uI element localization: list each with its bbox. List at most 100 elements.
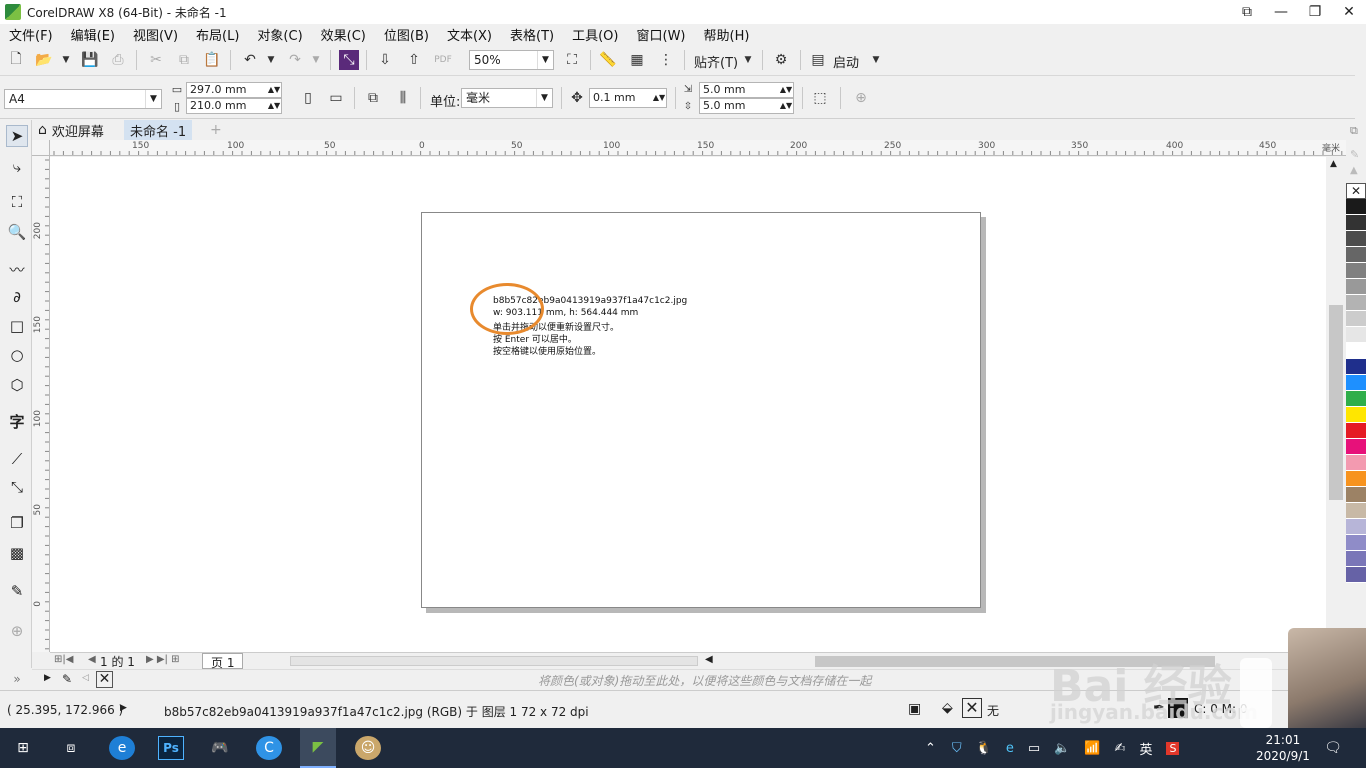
color-swatch[interactable]: [1346, 311, 1366, 327]
spin-arrows-icon[interactable]: ▲▼: [652, 89, 666, 107]
palette-menu-icon[interactable]: ▶: [44, 673, 51, 683]
color-swatch[interactable]: [1346, 535, 1366, 551]
fill-none-swatch[interactable]: ✕: [962, 698, 982, 718]
zoom-level-combo[interactable]: 50% ▼: [469, 50, 554, 70]
open-dropdown-icon[interactable]: ▼: [56, 50, 76, 70]
menu-edit[interactable]: 编辑(E): [62, 25, 124, 44]
undo-icon[interactable]: ↶: [240, 50, 260, 70]
no-fill-swatch[interactable]: ✕: [1346, 183, 1366, 199]
rectangle-tool-icon[interactable]: □: [6, 315, 28, 337]
snap-to-menu[interactable]: 贴齐(T): [694, 52, 738, 71]
eyedropper-icon[interactable]: ✎: [62, 672, 72, 686]
horizontal-scrollbar[interactable]: ◀: [705, 652, 1326, 669]
redo-icon[interactable]: ↷: [285, 50, 305, 70]
start-windows-icon[interactable]: ⊞: [10, 736, 36, 760]
pen-input-icon[interactable]: ✍: [1115, 741, 1126, 756]
tab-welcome[interactable]: ⌂ 欢迎屏幕: [32, 120, 110, 140]
show-grid-icon[interactable]: ▦: [627, 50, 647, 70]
volume-icon[interactable]: 🔈: [1054, 741, 1070, 756]
color-swatch[interactable]: [1346, 231, 1366, 247]
color-swatch[interactable]: [1346, 551, 1366, 567]
pen-docker-icon[interactable]: ✎: [1350, 148, 1359, 161]
duplicate-distance-x-input[interactable]: 5.0 mm ▲▼: [699, 82, 794, 98]
spin-arrows-icon[interactable]: ▲▼: [267, 99, 281, 113]
eyedropper-tool-icon[interactable]: ✎: [6, 580, 28, 602]
restore-button[interactable]: ❐: [1298, 0, 1332, 24]
color-swatch[interactable]: [1346, 503, 1366, 519]
page-border-icon[interactable]: ⬚: [810, 88, 830, 108]
security-shield-icon[interactable]: ⛉: [952, 741, 962, 756]
search-content-icon[interactable]: ⤡: [339, 50, 359, 70]
next-page-icon[interactable]: ▶ ▶| ⊞: [146, 654, 180, 665]
color-swatch[interactable]: [1346, 375, 1366, 391]
ruler-origin[interactable]: [32, 140, 50, 156]
qq-icon[interactable]: 🐧: [976, 741, 992, 756]
print-icon[interactable]: ⎙: [108, 50, 128, 70]
menu-window[interactable]: 窗口(W): [628, 25, 695, 44]
wifi-icon[interactable]: 📶: [1084, 741, 1100, 756]
color-palette[interactable]: ✕: [1346, 183, 1366, 663]
all-pages-icon[interactable]: ⧉: [363, 88, 383, 108]
vertical-ruler[interactable]: 200 150 100 50 0: [32, 156, 50, 652]
shape-tool-icon[interactable]: ⤷: [6, 156, 28, 178]
menu-view[interactable]: 视图(V): [124, 25, 187, 44]
paste-icon[interactable]: 📋: [202, 50, 222, 70]
page-tab[interactable]: 页 1: [202, 653, 244, 670]
text-tool-icon[interactable]: 字: [6, 410, 28, 432]
photoshop-icon[interactable]: Ps: [158, 736, 184, 760]
page-width-input[interactable]: 297.0 mm ▲▼: [186, 82, 282, 98]
color-swatch[interactable]: [1346, 263, 1366, 279]
transparency-tool-icon[interactable]: ▩: [6, 542, 28, 564]
collapse-icon[interactable]: ◁: [82, 673, 89, 683]
no-color-swatch[interactable]: ✕: [96, 671, 113, 688]
color-swatch[interactable]: [1346, 407, 1366, 423]
color-proof-icon[interactable]: ▣: [908, 701, 921, 717]
add-icon[interactable]: ⊕: [851, 88, 871, 108]
color-swatch[interactable]: [1346, 471, 1366, 487]
pick-tool-icon[interactable]: ➤: [6, 125, 28, 147]
vertical-scroll-thumb[interactable]: [1329, 305, 1343, 500]
coreldraw-taskbar-icon[interactable]: ◤: [300, 728, 336, 768]
polygon-tool-icon[interactable]: ⬡: [6, 374, 28, 396]
color-swatch[interactable]: [1346, 423, 1366, 439]
full-screen-icon[interactable]: ⛶: [562, 50, 582, 70]
save-icon[interactable]: 💾: [80, 50, 100, 70]
ie-browser-icon[interactable]: e: [109, 736, 135, 760]
add-tab-button[interactable]: +: [204, 120, 228, 140]
color-swatch[interactable]: [1346, 359, 1366, 375]
show-rulers-icon[interactable]: 📏: [598, 50, 618, 70]
clock[interactable]: 21:01 2020/9/1: [1256, 728, 1310, 768]
drop-shadow-tool-icon[interactable]: ❐: [6, 512, 28, 534]
horizontal-ruler[interactable]: 150 100 50 0 50 100 150 200 250 300 350 …: [50, 140, 1346, 156]
color-swatch[interactable]: [1346, 327, 1366, 343]
color-swatch[interactable]: [1346, 567, 1366, 583]
browser-icon[interactable]: C: [256, 736, 282, 760]
sogou-input-icon[interactable]: S: [1166, 741, 1180, 755]
page-tab-scroll[interactable]: [290, 656, 698, 666]
color-swatch[interactable]: [1346, 215, 1366, 231]
duplicate-distance-y-input[interactable]: 5.0 mm ▲▼: [699, 98, 794, 114]
menu-bitmaps[interactable]: 位图(B): [375, 25, 438, 44]
units-combo[interactable]: 毫米 ▼: [461, 88, 553, 108]
color-swatch[interactable]: [1346, 247, 1366, 263]
new-document-icon[interactable]: 🗋: [6, 50, 26, 70]
open-icon[interactable]: 📂: [34, 50, 54, 70]
spin-arrows-icon[interactable]: ▲▼: [779, 99, 793, 113]
undo-dropdown-icon[interactable]: ▼: [261, 50, 281, 70]
hints-docker-icon[interactable]: ⧉: [1350, 124, 1358, 138]
browser-tray-icon[interactable]: e: [1006, 741, 1014, 756]
page-height-input[interactable]: 210.0 mm ▲▼: [186, 98, 282, 114]
color-swatch[interactable]: [1346, 439, 1366, 455]
redo-dropdown-icon[interactable]: ▼: [306, 50, 326, 70]
color-swatch[interactable]: [1346, 519, 1366, 535]
spin-arrows-icon[interactable]: ▲▼: [779, 83, 793, 97]
color-swatch[interactable]: [1346, 391, 1366, 407]
tray-expand-icon[interactable]: ⌃: [925, 741, 936, 756]
spin-arrows-icon[interactable]: ▲▼: [267, 83, 281, 97]
crop-tool-icon[interactable]: ⛶: [6, 191, 28, 213]
photo-app-icon[interactable]: ☺: [355, 736, 381, 760]
launch-menu[interactable]: 启动: [833, 52, 859, 71]
tab-document[interactable]: 未命名 -1: [124, 120, 193, 140]
menu-layout[interactable]: 布局(L): [187, 25, 248, 44]
add-tool-icon[interactable]: ⊕: [6, 620, 28, 642]
